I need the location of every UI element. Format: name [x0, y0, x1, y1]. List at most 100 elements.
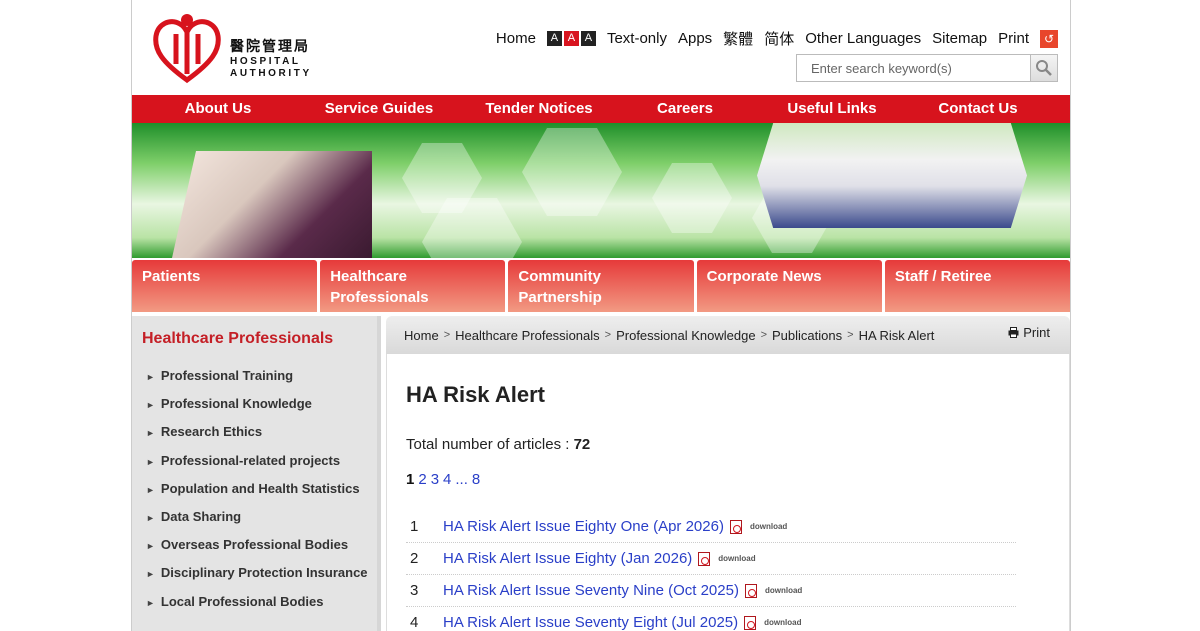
search-box — [796, 54, 1058, 82]
top-link-traditional-chinese[interactable]: 繁體 — [723, 28, 753, 49]
sidebar-item-professional-training[interactable]: ► Professional Training — [146, 362, 377, 390]
nav-service-guides[interactable]: Service Guides — [304, 95, 454, 123]
tab-patients[interactable]: Patients — [132, 260, 318, 312]
main-navigation: About Us Service Guides Tender Notices C… — [132, 95, 1070, 123]
article-number: 3 — [410, 582, 419, 599]
font-size-medium-button[interactable]: A — [563, 31, 579, 46]
page-link-3[interactable]: 3 — [431, 471, 439, 488]
sidebar-item-research-ethics[interactable]: ► Research Ethics — [146, 418, 377, 446]
page-current: 1 — [406, 471, 415, 488]
search-input[interactable] — [797, 55, 1030, 81]
arrow-right-icon: ► — [146, 400, 155, 411]
top-link-apps[interactable]: Apps — [678, 30, 712, 47]
category-tabs: Patients Healthcare Professionals Commun… — [132, 260, 1070, 312]
font-size-large-button[interactable]: A — [580, 31, 596, 46]
pdf-icon[interactable] — [729, 519, 742, 534]
page-ellipsis: ... — [455, 471, 468, 488]
font-size-small-button[interactable]: A — [546, 31, 562, 46]
hero-banner — [132, 123, 1070, 258]
breadcrumb-current: HA Risk Alert — [858, 327, 935, 343]
top-link-print[interactable]: Print — [998, 30, 1029, 47]
breadcrumb-healthcare-professionals[interactable]: Healthcare Professionals — [455, 328, 600, 343]
ha-logo[interactable]: 醫院管理局 HOSPITAL AUTHORITY — [152, 12, 332, 84]
search-button[interactable] — [1030, 55, 1057, 81]
sidebar-item-local-professional-bodies[interactable]: ► Local Professional Bodies — [146, 588, 377, 616]
arrow-right-icon: ► — [146, 541, 155, 552]
article-link[interactable]: HA Risk Alert Issue Seventy Eight (Jul 2… — [443, 614, 738, 631]
article-link[interactable]: HA Risk Alert Issue Eighty (Jan 2026) — [443, 550, 692, 567]
article-link[interactable]: HA Risk Alert Issue Eighty One (Apr 2026… — [443, 518, 724, 535]
nav-careers[interactable]: Careers — [624, 95, 746, 123]
breadcrumb-home[interactable]: Home — [404, 328, 439, 343]
list-item: 2 HA Risk Alert Issue Eighty (Jan 2026) … — [406, 543, 1016, 575]
article-link[interactable]: HA Risk Alert Issue Seventy Nine (Oct 20… — [443, 582, 739, 599]
pdf-icon[interactable] — [698, 551, 711, 566]
arrow-right-icon: ► — [146, 597, 155, 608]
sidebar-item-label: Professional-related projects — [160, 452, 341, 468]
page-link-4[interactable]: 4 — [443, 471, 451, 488]
arrow-right-icon: ► — [146, 484, 155, 495]
chevron-right-icon: > — [847, 329, 854, 341]
logo-chinese-text: 醫院管理局 — [230, 38, 310, 54]
sidebar-item-professional-knowledge[interactable]: ► Professional Knowledge — [146, 390, 377, 418]
download-link[interactable]: download — [765, 586, 802, 595]
print-button[interactable]: Print — [1008, 325, 1050, 340]
nav-about-us[interactable]: About Us — [132, 95, 304, 123]
pdf-icon[interactable] — [744, 583, 757, 598]
arrow-right-icon: ► — [146, 569, 155, 580]
download-link[interactable]: download — [718, 554, 755, 563]
logo-english-text-2: AUTHORITY — [230, 68, 312, 79]
article-number: 2 — [410, 550, 419, 567]
logo-english-text-1: HOSPITAL — [230, 56, 301, 67]
printer-icon — [1008, 327, 1019, 338]
nav-contact-us[interactable]: Contact Us — [918, 95, 1038, 123]
page-title: HA Risk Alert — [406, 382, 545, 407]
download-link[interactable]: download — [764, 618, 801, 627]
top-link-home[interactable]: Home — [496, 30, 536, 47]
sidebar-item-disciplinary-protection-insurance[interactable]: ► Disciplinary Protection Insurance — [146, 559, 377, 587]
tab-staff-retiree[interactable]: Staff / Retiree — [884, 260, 1070, 312]
nav-useful-links[interactable]: Useful Links — [746, 95, 918, 123]
banner-hex-shape — [522, 128, 622, 216]
tab-community-partnership[interactable]: Community Partnership — [508, 260, 694, 312]
list-item: 4 HA Risk Alert Issue Seventy Eight (Jul… — [406, 607, 1016, 631]
sidebar-menu: ► Professional Training ► Professional Kno… — [132, 362, 377, 616]
banner-staff-photo-left — [172, 151, 372, 258]
chevron-right-icon: > — [443, 329, 451, 341]
top-link-sitemap[interactable]: Sitemap — [932, 30, 987, 47]
arrow-right-icon: ► — [146, 456, 155, 467]
sidebar-item-population-health-statistics[interactable]: ► Population and Health Statistics — [146, 475, 377, 503]
breadcrumb-publications[interactable]: Publications — [772, 328, 842, 343]
sidebar-item-data-sharing[interactable]: ► Data Sharing — [146, 503, 377, 531]
chevron-right-icon: > — [760, 329, 768, 341]
share-icon[interactable]: ↺ — [1040, 29, 1058, 48]
sidebar-item-label: Population and Health Statistics — [160, 480, 360, 496]
pdf-icon[interactable] — [744, 615, 757, 630]
list-item: 1 HA Risk Alert Issue Eighty One (Apr 20… — [406, 511, 1016, 543]
sidebar-item-label: Data Sharing — [160, 508, 242, 524]
top-link-simplified-chinese[interactable]: 简体 — [764, 28, 794, 49]
sidebar-item-label: Professional Knowledge — [160, 396, 312, 412]
top-link-text-only[interactable]: Text-only — [607, 30, 667, 47]
breadcrumb-professional-knowledge[interactable]: Professional Knowledge — [616, 328, 755, 343]
nav-tender-notices[interactable]: Tender Notices — [454, 95, 624, 123]
main-content: HA Risk Alert Total number of articles :… — [386, 354, 1070, 631]
tab-corporate-news[interactable]: Corporate News — [696, 260, 882, 312]
total-articles-count: 72 — [573, 436, 591, 453]
chevron-right-icon: > — [604, 329, 612, 341]
arrow-right-icon: ► — [146, 512, 155, 523]
article-number: 4 — [410, 614, 419, 631]
sidebar-item-label: Professional Training — [160, 368, 294, 383]
page-link-last[interactable]: 8 — [472, 471, 480, 488]
tab-healthcare-professionals[interactable]: Healthcare Professionals — [320, 260, 506, 312]
breadcrumb: Home > Healthcare Professionals > Profes… — [386, 316, 1070, 354]
page-link-2[interactable]: 2 — [418, 471, 426, 488]
article-number: 1 — [410, 518, 419, 535]
sidebar-item-professional-related-projects[interactable]: ► Professional-related projects — [146, 447, 377, 475]
top-link-other-languages[interactable]: Other Languages — [805, 30, 921, 47]
ha-heart-icon — [153, 14, 221, 84]
sidebar-item-label: Disciplinary Protection Insurance — [160, 565, 368, 581]
top-utility-nav: Home A A A Text-only Apps 繁體 简体 Other La… — [496, 28, 1058, 49]
download-link[interactable]: download — [750, 522, 787, 531]
sidebar-item-overseas-professional-bodies[interactable]: ► Overseas Professional Bodies — [146, 531, 377, 559]
